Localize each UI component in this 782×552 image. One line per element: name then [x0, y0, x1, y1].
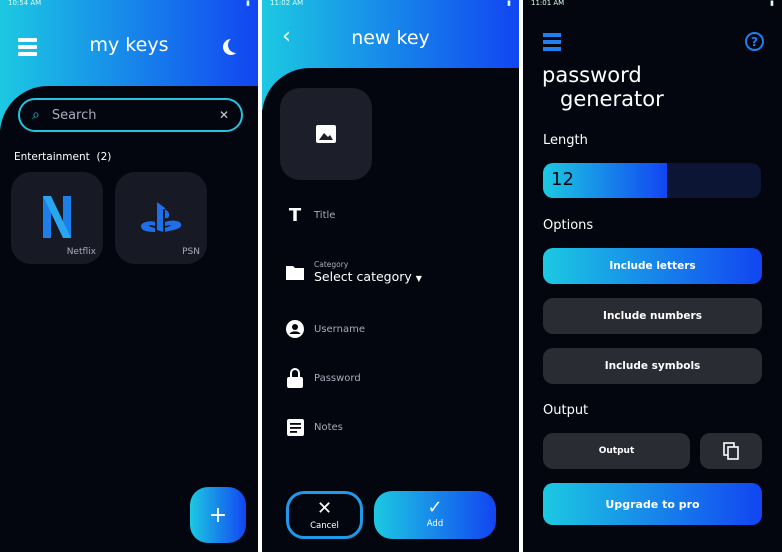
key-label: PSN: [182, 247, 200, 257]
password-field[interactable]: Password: [286, 368, 361, 388]
folder-icon: [286, 263, 304, 281]
output-field[interactable]: Output: [543, 433, 690, 469]
add-key-button[interactable]: +: [190, 487, 246, 543]
upgrade-button[interactable]: Upgrade to pro: [543, 483, 762, 525]
dropdown-arrow-icon: ▼: [415, 274, 422, 283]
include-letters-toggle[interactable]: Include letters: [543, 248, 762, 284]
clear-icon[interactable]: ✕: [219, 108, 229, 122]
copy-icon: [723, 442, 739, 460]
check-icon: ✓: [427, 497, 443, 518]
copy-button[interactable]: [700, 433, 762, 469]
title-line-2: generator: [560, 87, 664, 111]
lock-icon: [286, 368, 304, 388]
status-bar: 10:54 AM ▮: [0, 0, 258, 8]
cancel-button[interactable]: ✕ Cancel: [286, 491, 363, 539]
include-numbers-toggle[interactable]: Include numbers: [543, 298, 762, 334]
page-title: password generator: [542, 63, 664, 111]
output-label: Output: [543, 403, 589, 418]
password-generator-screen: 11:01 AM ▮ ? password generator Length 12 …: [523, 0, 782, 552]
dark-mode-moon-icon[interactable]: [228, 37, 244, 53]
options-label: Options: [543, 218, 594, 233]
search-placeholder: Search: [51, 107, 97, 123]
close-icon: ✕: [316, 498, 333, 519]
title-placeholder: Title: [314, 209, 336, 221]
menu-icon[interactable]: [543, 33, 561, 51]
username-field[interactable]: Username: [286, 320, 365, 338]
length-label: Length: [543, 133, 588, 148]
page-title: new key: [351, 27, 430, 49]
status-icons: ▮: [246, 0, 250, 7]
page-title: my keys: [89, 34, 169, 56]
search-icon: ⌕: [32, 107, 40, 123]
notes-icon: [286, 418, 304, 436]
category-name: Entertainment: [14, 151, 90, 163]
username-placeholder: Username: [314, 323, 365, 335]
length-slider[interactable]: 12: [543, 163, 761, 198]
title-field[interactable]: T Title: [286, 204, 336, 226]
status-icons: ▮: [507, 0, 511, 7]
status-time: 10:54 AM: [8, 0, 42, 7]
playstation-logo-icon: [141, 202, 182, 232]
include-symbols-toggle[interactable]: Include symbols: [543, 348, 762, 384]
category-select[interactable]: Category Select category ▼: [286, 260, 422, 284]
status-bar: 11:01 AM ▮: [523, 0, 782, 8]
image-icon: [316, 125, 336, 143]
notes-field[interactable]: Notes: [286, 418, 343, 436]
password-placeholder: Password: [314, 372, 361, 384]
add-button[interactable]: ✓ Add: [374, 491, 496, 539]
key-tile-psn[interactable]: PSN: [115, 172, 207, 264]
text-icon: T: [288, 204, 302, 226]
length-value: 12: [551, 169, 574, 190]
key-label: Netflix: [66, 247, 96, 257]
category-label: Category: [314, 260, 349, 269]
cancel-label: Cancel: [310, 521, 339, 531]
notes-placeholder: Notes: [314, 421, 343, 433]
status-bar: 11:02 AM ▮: [262, 0, 519, 8]
my-keys-screen: 10:54 AM ▮ my keys ⌕ Search ✕ Entertainme…: [0, 0, 258, 552]
category-value: Select category: [314, 269, 412, 284]
category-heading: Entertainment (2): [14, 151, 111, 163]
title-line-1: password: [542, 63, 642, 87]
status-time: 11:01 AM: [531, 0, 565, 7]
search-input[interactable]: ⌕ Search ✕: [18, 98, 243, 132]
netflix-logo-icon: [43, 196, 71, 238]
image-picker[interactable]: [280, 88, 372, 180]
status-icons: ▮: [770, 0, 774, 7]
new-key-screen: 11:02 AM ▮ ‹ new key T Title Category Selec…: [262, 0, 519, 552]
status-time: 11:02 AM: [270, 0, 304, 7]
help-icon[interactable]: ?: [745, 32, 764, 51]
key-tile-netflix[interactable]: Netflix: [11, 172, 103, 264]
add-label: Add: [426, 519, 444, 529]
account-icon: [286, 320, 304, 338]
category-count: (2): [96, 151, 112, 163]
